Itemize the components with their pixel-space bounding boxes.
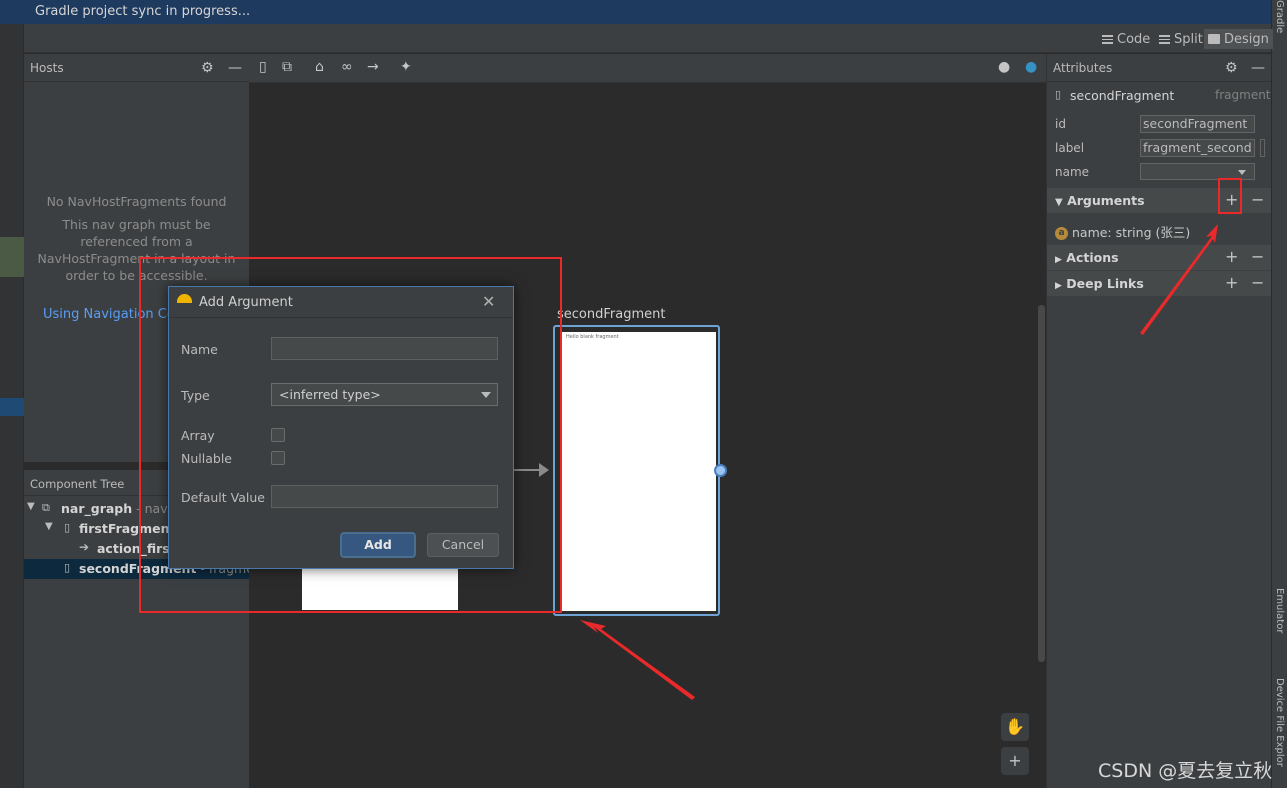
component-type: fragment: [1215, 88, 1271, 102]
sync-status-bar: Gradle project sync in progress...: [0, 0, 1287, 24]
preview-text: Hello blank fragment: [566, 334, 619, 340]
collapse-arrow-icon: ▼: [1055, 197, 1063, 208]
code-mode-button[interactable]: Code: [1098, 29, 1154, 49]
label-label: label: [1055, 141, 1085, 155]
expand-arrow-icon[interactable]: ▼: [27, 501, 35, 512]
gradle-tool-tab[interactable]: Gradle: [1274, 0, 1285, 33]
design-icon: [1208, 34, 1220, 44]
no-hosts-title: No NavHostFragments found: [46, 194, 227, 209]
fragment-icon: ▯: [64, 561, 71, 574]
split-icon: [1159, 34, 1170, 44]
attributes-panel: Attributes ⚙ — ▯ secondFragment fragment…: [1046, 54, 1271, 788]
expand-arrow-icon: ▶: [1055, 281, 1062, 291]
argument-type-badge: a: [1055, 227, 1068, 240]
fragment-icon: ▯: [1055, 88, 1062, 101]
argument-label: name: string (张三): [1071, 225, 1191, 240]
split-mode-button[interactable]: Split: [1155, 29, 1207, 49]
name-label: name: [1055, 165, 1090, 179]
arrow-right-icon[interactable]: →: [367, 59, 379, 75]
canvas-vertical-scrollbar[interactable]: [1038, 305, 1045, 662]
view-mode-bar: Code Split Design: [24, 24, 1273, 53]
zoom-in-button[interactable]: +: [1001, 747, 1029, 775]
annotation-red-box-add: [1218, 178, 1242, 214]
right-tool-strip: Gradle Emulator Device File Explor: [1271, 0, 1287, 788]
split-mode-label: Split: [1174, 31, 1203, 47]
component-tree-title: Component Tree: [30, 477, 125, 491]
remove-action-icon[interactable]: −: [1251, 247, 1264, 266]
label-browse-button[interactable]: [1260, 139, 1265, 157]
add-action-icon[interactable]: +: [1225, 247, 1238, 266]
remove-deep-link-icon[interactable]: −: [1251, 273, 1264, 292]
remove-argument-icon[interactable]: −: [1251, 190, 1264, 209]
fragment-icon: ▯: [64, 521, 71, 534]
new-destination-icon[interactable]: ▯: [259, 59, 267, 75]
argument-item[interactable]: a name: string (张三): [1055, 222, 1190, 241]
deep-links-section[interactable]: ▶ Deep Links + −: [1047, 271, 1271, 296]
deep-links-title: Deep Links: [1066, 276, 1144, 291]
expand-arrow-icon: ▶: [1055, 255, 1062, 265]
gear-icon[interactable]: ⚙: [1225, 60, 1238, 76]
help-icon[interactable]: ●: [1025, 59, 1037, 75]
design-toolbar: ▯ ⧉ ⌂ ∞ → ✦ ● ●: [249, 54, 1046, 83]
component-name: secondFragment: [1070, 88, 1175, 103]
left-strip-selected-tab[interactable]: [0, 398, 24, 416]
add-deep-link-icon[interactable]: +: [1225, 273, 1238, 292]
pan-tool-button[interactable]: ✋: [1001, 713, 1029, 741]
hosts-header: Hosts ⚙ —: [24, 54, 249, 82]
id-label: id: [1055, 117, 1066, 131]
second-fragment-label: secondFragment: [557, 307, 666, 322]
nav-graph-icon: ⧉: [42, 501, 50, 514]
warning-icon[interactable]: ●: [998, 59, 1010, 75]
chevron-down-icon: [1238, 170, 1246, 175]
arguments-title: Arguments: [1067, 193, 1145, 208]
code-icon: [1102, 34, 1113, 44]
left-strip-active-tab[interactable]: [0, 237, 24, 277]
second-fragment-node[interactable]: Hello blank fragment: [553, 325, 720, 616]
minimize-icon[interactable]: —: [1251, 60, 1265, 76]
gear-icon[interactable]: ⚙: [201, 60, 214, 76]
second-fragment-preview: Hello blank fragment: [562, 332, 716, 611]
tree-row-label: nar_graph: [61, 501, 133, 516]
link-icon[interactable]: ∞: [341, 59, 353, 75]
annotation-red-box-dialog: [139, 257, 562, 613]
no-hosts-line2: referenced from a: [80, 234, 193, 249]
expand-arrow-icon[interactable]: ▼: [45, 521, 53, 532]
design-mode-label: Design: [1224, 31, 1269, 47]
emulator-tool-tab[interactable]: Emulator: [1274, 588, 1285, 633]
hand-icon: ✋: [1005, 717, 1025, 736]
action-drag-handle[interactable]: [714, 464, 727, 477]
attributes-header: Attributes ⚙ —: [1047, 54, 1271, 82]
device-file-explorer-tab[interactable]: Device File Explor: [1274, 678, 1285, 767]
minimize-icon[interactable]: —: [228, 60, 242, 76]
design-mode-button[interactable]: Design: [1204, 29, 1273, 49]
actions-section[interactable]: ▶ Actions + −: [1047, 245, 1271, 270]
no-hosts-line1: This nav graph must be: [62, 217, 211, 232]
label-field[interactable]: fragment_second: [1140, 139, 1255, 157]
home-icon[interactable]: ⌂: [315, 59, 324, 75]
id-field[interactable]: secondFragment: [1140, 115, 1255, 133]
actions-title: Actions: [1066, 250, 1119, 265]
attributes-title: Attributes: [1053, 61, 1113, 75]
hosts-title: Hosts: [30, 61, 64, 75]
action-arrow-icon: ➔: [79, 540, 90, 554]
plus-icon: +: [1008, 751, 1022, 770]
code-mode-label: Code: [1117, 31, 1151, 47]
sync-status-text: Gradle project sync in progress...: [35, 4, 251, 19]
nested-graph-icon[interactable]: ⧉: [282, 59, 292, 75]
csdn-watermark: CSDN @夏去复立秋: [1098, 760, 1273, 782]
auto-arrange-icon[interactable]: ✦: [400, 59, 412, 75]
